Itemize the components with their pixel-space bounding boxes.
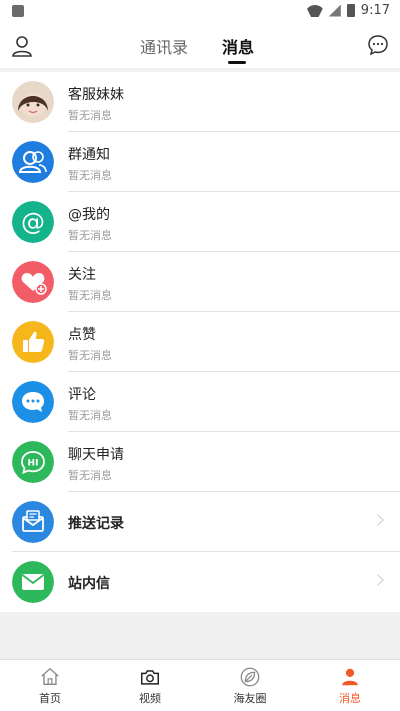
list-item[interactable]: 群通知 暂无消息 xyxy=(0,132,400,192)
top-header: 通讯录 消息 xyxy=(0,24,400,68)
item-subtitle: 暂无消息 xyxy=(68,469,112,482)
list-item-site-messages[interactable]: 站内信 xyxy=(0,552,400,612)
list-item-push-records[interactable]: 推送记录 xyxy=(0,492,400,552)
chevron-right-icon xyxy=(372,514,384,526)
list-item[interactable]: 评论 暂无消息 xyxy=(0,372,400,432)
active-tab-indicator xyxy=(228,61,246,64)
svg-text:HI: HI xyxy=(28,459,39,469)
item-subtitle: 暂无消息 xyxy=(68,289,112,302)
nav-label: 消息 xyxy=(339,691,361,705)
message-list: 客服妹妹 暂无消息 群通知 暂无消息 @ @我的 暂无消息 关注 暂无消息 点赞… xyxy=(0,72,400,612)
item-title: 点赞 xyxy=(68,327,96,343)
group-icon xyxy=(12,141,54,183)
item-title: 推送记录 xyxy=(68,516,124,532)
comment-icon xyxy=(12,381,54,423)
mail-icon xyxy=(12,561,54,603)
user-profile-icon[interactable] xyxy=(10,34,34,58)
item-title: 评论 xyxy=(68,387,96,403)
bottom-nav: 首页 视频 海友圈 消息 xyxy=(0,659,400,711)
status-bar: 9:17 xyxy=(0,0,400,24)
status-time: 9:17 xyxy=(360,3,390,18)
heart-plus-icon xyxy=(12,261,54,303)
signal-icon xyxy=(328,4,341,17)
tab-contacts[interactable]: 通讯录 xyxy=(140,34,188,58)
person-icon xyxy=(342,668,358,685)
battery-icon xyxy=(346,4,355,17)
item-title: 关注 xyxy=(68,267,96,283)
list-item[interactable]: 客服妹妹 暂无消息 xyxy=(0,72,400,132)
item-title: 群通知 xyxy=(68,147,110,163)
item-title: @我的 xyxy=(68,207,110,223)
item-title: 聊天申请 xyxy=(68,447,124,463)
nav-label: 首页 xyxy=(39,691,61,705)
item-title: 客服妹妹 xyxy=(68,87,124,103)
customer-service-avatar xyxy=(12,81,54,123)
chevron-right-icon xyxy=(372,574,384,586)
list-item[interactable]: HI 聊天申请 暂无消息 xyxy=(0,432,400,492)
item-subtitle: 暂无消息 xyxy=(68,169,112,182)
at-icon: @ xyxy=(12,201,54,243)
home-icon xyxy=(41,667,59,685)
nav-label: 视频 xyxy=(139,691,161,705)
item-title: 站内信 xyxy=(68,576,110,592)
nav-home[interactable]: 首页 xyxy=(0,660,100,711)
status-icons: 9:17 xyxy=(307,3,390,18)
item-subtitle: 暂无消息 xyxy=(68,109,112,122)
wifi-icon xyxy=(307,5,323,17)
list-item[interactable]: 关注 暂无消息 xyxy=(0,252,400,312)
item-subtitle: 暂无消息 xyxy=(68,409,112,422)
hi-chat-icon: HI xyxy=(12,441,54,483)
push-mail-icon xyxy=(12,501,54,543)
nav-friends-circle[interactable]: 海友圈 xyxy=(200,660,300,711)
chat-bubble-icon[interactable] xyxy=(366,33,390,57)
notification-image-icon xyxy=(12,5,24,17)
svg-text:@: @ xyxy=(21,208,45,236)
thumbs-up-icon xyxy=(12,321,54,363)
list-item[interactable]: @ @我的 暂无消息 xyxy=(0,192,400,252)
leaf-icon xyxy=(240,667,260,686)
item-subtitle: 暂无消息 xyxy=(68,349,112,362)
nav-messages[interactable]: 消息 xyxy=(300,660,400,711)
nav-label: 海友圈 xyxy=(233,691,267,705)
tab-messages[interactable]: 消息 xyxy=(222,34,254,58)
camera-icon xyxy=(141,669,159,685)
list-item[interactable]: 点赞 暂无消息 xyxy=(0,312,400,372)
item-subtitle: 暂无消息 xyxy=(68,229,112,242)
nav-video[interactable]: 视频 xyxy=(100,660,200,711)
